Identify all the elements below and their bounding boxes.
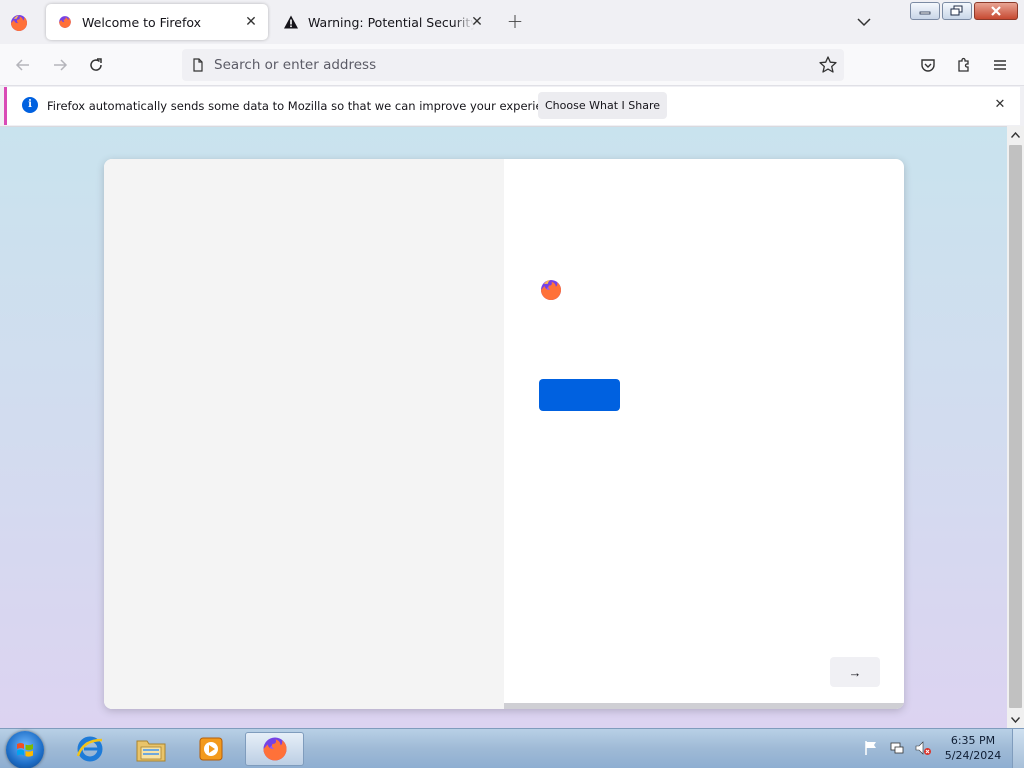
menu-icon <box>994 60 1006 70</box>
search-input[interactable] <box>214 49 794 81</box>
network-icon[interactable] <box>888 739 906 757</box>
minimize-icon <box>919 11 931 15</box>
scrollbar-thumb[interactable] <box>1009 145 1022 708</box>
warning-icon <box>282 13 300 31</box>
tab-strip: Welcome to Firefox ✕ Warning: Potential … <box>0 0 1024 44</box>
reload-button[interactable] <box>82 52 110 78</box>
internet-explorer-icon <box>76 736 103 762</box>
chevron-up-icon <box>1011 131 1020 138</box>
new-tab-button[interactable]: + <box>504 11 526 33</box>
tab-security-warning[interactable]: Warning: Potential Security Risk Ahead ✕ <box>272 4 494 40</box>
scroll-up-button[interactable] <box>1007 126 1024 143</box>
taskbar-media-player[interactable] <box>183 732 239 766</box>
list-all-tabs-button[interactable] <box>853 11 875 33</box>
action-center-flag-icon[interactable] <box>862 739 880 757</box>
clock-date: 5/24/2024 <box>944 749 1002 762</box>
firefox-icon <box>56 13 74 31</box>
tab-welcome[interactable]: Welcome to Firefox ✕ <box>46 4 268 40</box>
taskbar: 6:35 PM 5/24/2024 <box>0 728 1024 768</box>
back-icon <box>15 59 29 71</box>
extensions-icon <box>958 57 969 72</box>
file-explorer-icon <box>136 740 166 762</box>
primary-action-button[interactable] <box>539 379 620 411</box>
forward-icon <box>54 59 68 71</box>
restore-icon <box>950 5 963 16</box>
firefox-icon <box>11 15 27 31</box>
back-button[interactable] <box>9 52 37 78</box>
next-button[interactable]: → <box>830 657 880 687</box>
restore-button[interactable] <box>942 2 972 20</box>
pocket-button[interactable] <box>914 52 942 78</box>
clock-time: 6:35 PM <box>950 734 996 747</box>
page-content: → <box>0 126 1007 728</box>
windows-logo-icon <box>17 743 33 757</box>
taskbar-file-explorer[interactable] <box>123 732 179 766</box>
close-tab-icon[interactable]: ✕ <box>468 13 486 31</box>
onboarding-illustration-panel <box>104 159 504 709</box>
star-icon[interactable] <box>818 55 838 75</box>
scroll-down-button[interactable] <box>1007 711 1024 728</box>
reload-icon <box>90 58 102 71</box>
tab-title: Welcome to Firefox <box>82 14 202 30</box>
minimize-button[interactable] <box>910 2 940 20</box>
onboarding-card: → <box>104 159 904 709</box>
close-icon[interactable]: ✕ <box>992 97 1008 113</box>
start-button[interactable] <box>6 731 44 768</box>
choose-what-i-share-button[interactable]: Choose What I Share <box>538 92 667 119</box>
system-clock[interactable]: 6:35 PM 5/24/2024 <box>940 733 1006 763</box>
firefox-view-button[interactable] <box>8 12 30 34</box>
chevron-down-icon <box>1011 716 1020 723</box>
tab-title: Warning: Potential Security Risk Ahead <box>308 14 474 30</box>
close-tab-icon[interactable]: ✕ <box>242 13 260 31</box>
pocket-icon <box>921 59 935 72</box>
card-divider <box>504 703 904 709</box>
forward-button[interactable] <box>46 52 74 78</box>
navigation-toolbar <box>0 44 1024 86</box>
close-icon <box>991 6 1001 16</box>
info-icon: i <box>22 97 38 113</box>
media-player-icon <box>199 737 223 761</box>
menu-button[interactable] <box>986 52 1014 78</box>
taskbar-firefox[interactable] <box>245 732 304 766</box>
close-window-button[interactable] <box>974 2 1018 20</box>
taskbar-internet-explorer[interactable] <box>62 732 118 766</box>
arrow-right-icon: → <box>848 664 862 680</box>
show-desktop-button[interactable] <box>1012 729 1024 768</box>
vertical-scrollbar[interactable] <box>1007 126 1024 728</box>
notification-message: Firefox automatically sends some data to… <box>47 99 567 113</box>
chevron-down-icon <box>857 18 871 27</box>
data-reporting-notification: i Firefox automatically sends some data … <box>4 87 1020 125</box>
extensions-button[interactable] <box>950 52 978 78</box>
volume-muted-icon[interactable] <box>914 739 932 757</box>
firefox-icon <box>262 737 287 761</box>
system-tray <box>862 739 932 757</box>
address-bar[interactable] <box>182 49 844 81</box>
window-controls <box>910 2 1018 20</box>
firefox-logo-icon <box>541 280 561 300</box>
page-icon <box>193 58 203 72</box>
